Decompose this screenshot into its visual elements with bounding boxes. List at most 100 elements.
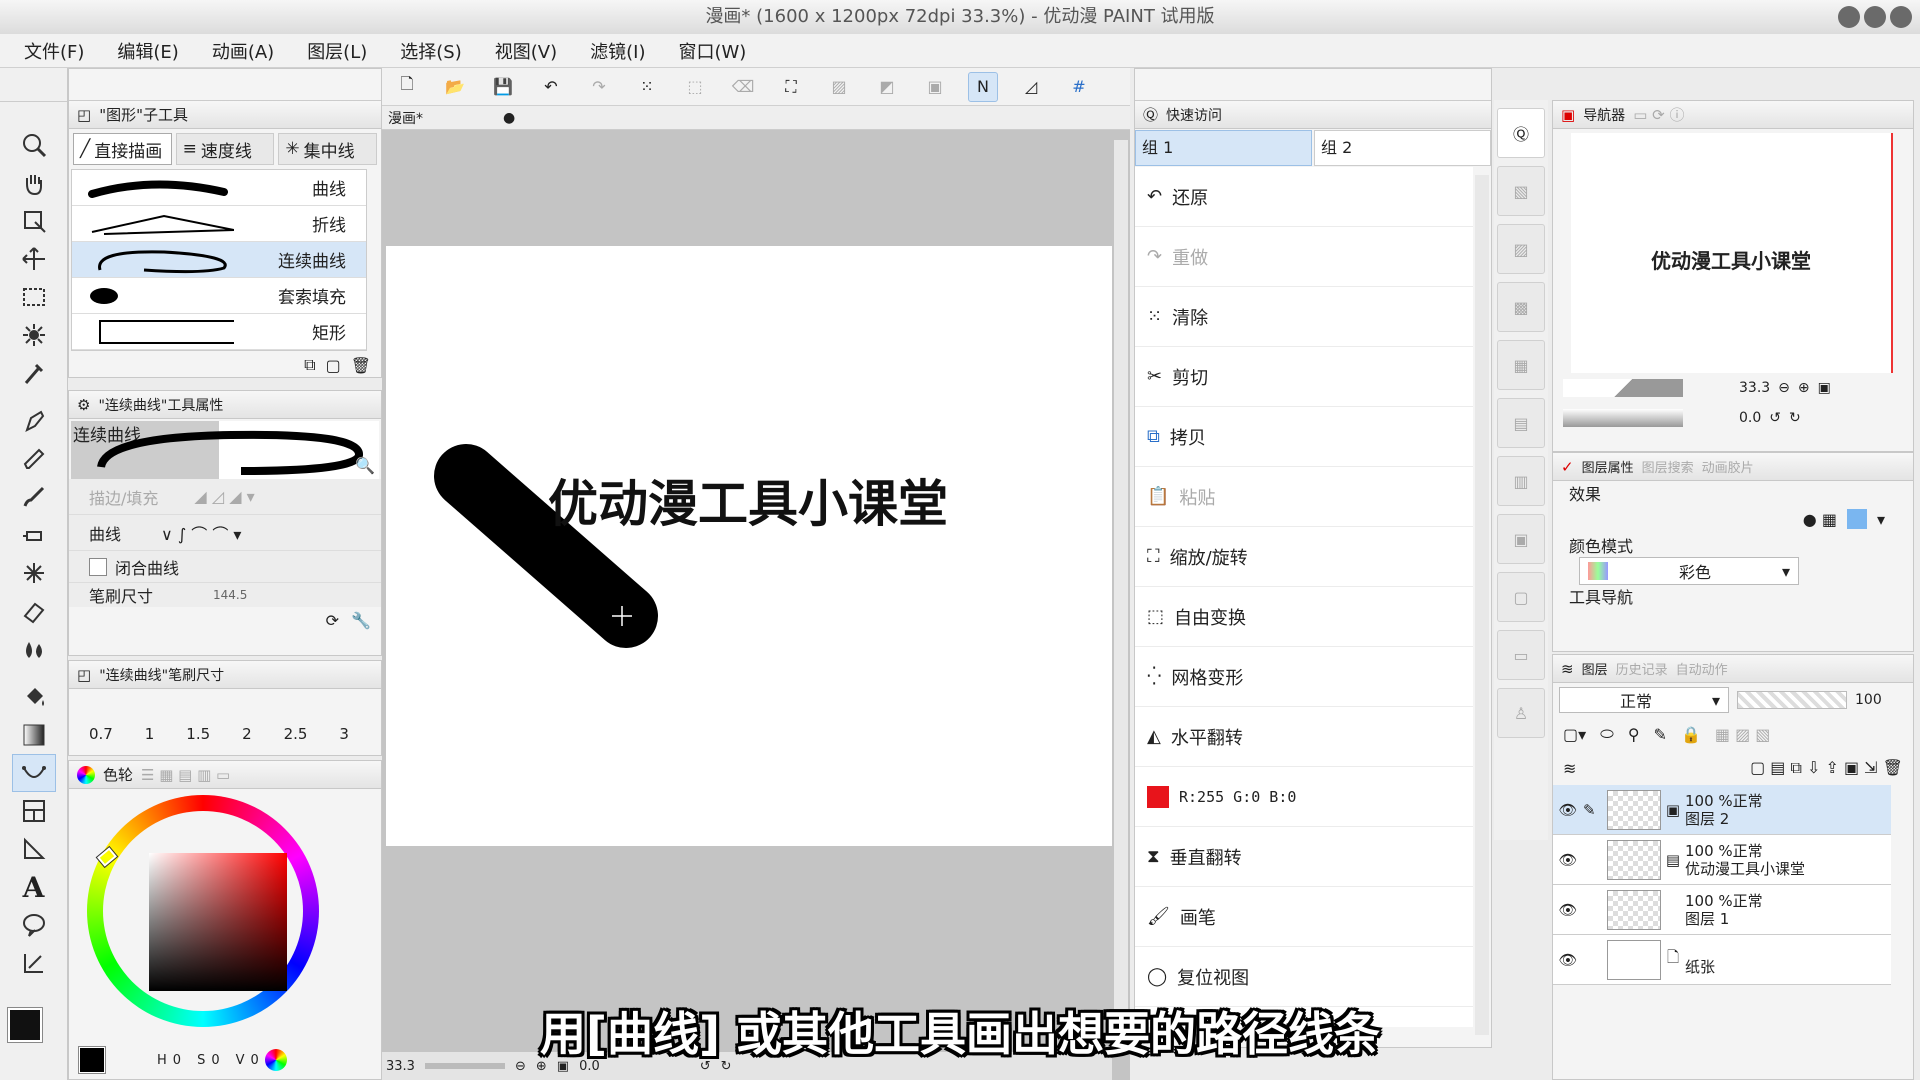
pencil-tool-icon[interactable] — [12, 440, 56, 478]
qa-item-free-transform[interactable]: ⬚ 自由变换 — [1135, 587, 1473, 647]
tab-auto-actions[interactable]: 自动动作 — [1676, 659, 1728, 678]
delete-subtool-icon[interactable]: 🗑 — [351, 356, 371, 375]
menu-filter[interactable]: 滤镜(I) — [590, 38, 645, 64]
dock-icon[interactable]: ▨ — [1497, 224, 1545, 274]
dock-icon[interactable]: ▭ — [1497, 630, 1545, 680]
qa-item-redo[interactable]: ↷ 重做 — [1135, 227, 1473, 287]
dock-icon[interactable]: ▥ — [1497, 456, 1545, 506]
layer-row[interactable]: 👁 ✎ ▣ 100 %正常 图层 2 — [1553, 785, 1891, 835]
dock-icon[interactable]: ▦ — [1497, 340, 1545, 390]
tab-color-wheel[interactable]: 色轮 — [103, 764, 133, 785]
lock-icon[interactable]: 🔒 — [1681, 725, 1701, 744]
menu-window[interactable]: 窗口(W) — [678, 38, 746, 64]
rotate-right-icon[interactable]: ↻ — [1789, 410, 1801, 426]
eye-icon[interactable]: 👁 — [1553, 901, 1583, 919]
menu-edit[interactable]: 编辑(E) — [117, 38, 178, 64]
fit-icon[interactable]: ▣ — [1818, 380, 1831, 396]
tab-layers[interactable]: 图层 — [1582, 659, 1608, 678]
dock-icon[interactable]: ▧ — [1497, 166, 1545, 216]
dock-icon[interactable]: ♙ — [1497, 688, 1545, 738]
tab-history[interactable]: 历史记录 — [1616, 659, 1668, 678]
qa-item-flip-vertical[interactable]: ⧗ 垂直翻转 — [1135, 827, 1473, 887]
qa-item-mesh-transform[interactable]: ⁛ 网格变形 — [1135, 647, 1473, 707]
balloon-tool-icon[interactable] — [12, 906, 56, 944]
layer-action-icons[interactable]: ▢ ▤ ⧉ ⇩ ⇪ ▣ ⇲ 🗑 — [1750, 758, 1903, 778]
qa-item-paste[interactable]: 📋 粘贴 — [1135, 467, 1473, 527]
quick-access-dock-icon[interactable]: Ⓠ — [1497, 108, 1545, 158]
reference-layer-icon[interactable]: ⚲ — [1628, 725, 1640, 744]
layer-row[interactable]: 👁 🗋 纸张 — [1553, 935, 1891, 985]
eye-icon[interactable]: 👁 — [1553, 851, 1583, 869]
preview-zoom-icon[interactable]: 🔍 — [355, 456, 375, 475]
tab-group-1[interactable]: 组 1 — [1135, 130, 1312, 166]
tab-focus-line[interactable]: ✳ 集中线 — [278, 133, 378, 165]
qa-item-scale-rotate[interactable]: ⛶ 缩放/旋转 — [1135, 527, 1473, 587]
copy-subtool-icon[interactable]: ⧉ — [304, 355, 315, 375]
tab-speed-line[interactable]: ≡ 速度线 — [175, 133, 275, 165]
canvas-paper[interactable]: 优动漫工具小课堂 — [386, 246, 1112, 846]
text-tool-icon[interactable]: A — [12, 868, 56, 906]
close-button[interactable] — [1890, 6, 1912, 28]
eraser-icon[interactable]: ⌫ — [728, 72, 758, 102]
quick-access-scrollbar[interactable] — [1475, 175, 1489, 1035]
effect-buttons[interactable]: ● ▦ ▾ — [1569, 505, 1913, 533]
brush-size-value[interactable]: 144.5 — [213, 588, 247, 602]
subtool-item-lasso-fill[interactable]: 套索填充 — [72, 278, 366, 314]
subtool-item-continuous-curve[interactable]: 连续曲线 — [72, 242, 366, 278]
saturation-value-square[interactable] — [149, 853, 287, 991]
eraser-tool-icon[interactable] — [12, 592, 56, 630]
selection-tool-icon[interactable] — [12, 278, 56, 316]
closed-curve-checkbox[interactable] — [89, 557, 107, 576]
operation-tool-icon[interactable] — [12, 202, 56, 240]
curve-type-buttons[interactable]: ∨ ∫ ⌒ ⌒ ▾ — [161, 521, 241, 545]
fill-tool-icon[interactable] — [12, 678, 56, 716]
new-file-icon[interactable]: 🗋 — [392, 72, 422, 102]
color-mode-select[interactable]: 彩色 ▾ — [1579, 557, 1799, 585]
canvas-tab[interactable]: 漫画* ● — [382, 106, 1130, 130]
frame-tool-icon[interactable] — [12, 792, 56, 830]
move-layer-tool-icon[interactable] — [12, 240, 56, 278]
brush-tool-icon[interactable] — [12, 478, 56, 516]
auto-select-tool-icon[interactable] — [12, 316, 56, 354]
opacity-slider[interactable] — [1737, 691, 1847, 709]
menu-layer[interactable]: 图层(L) — [307, 38, 367, 64]
stroke-fill-buttons[interactable]: ◢ ◿ ◢ ▾ — [194, 487, 254, 506]
crop-icon[interactable]: ⬚ — [680, 72, 710, 102]
layer-row[interactable]: 👁 100 %正常 图层 1 — [1553, 885, 1891, 935]
mask-icon[interactable]: ⬭ — [1600, 724, 1614, 744]
hand-tool-icon[interactable] — [12, 164, 56, 202]
menu-animation[interactable]: 动画(A) — [212, 38, 274, 64]
layer-color-icon[interactable]: ▢▾ — [1563, 725, 1586, 744]
menu-file[interactable]: 文件(F) — [24, 38, 84, 64]
lock-transparency-icon[interactable]: ▦ ▨ ▧ — [1715, 725, 1771, 744]
brush-size-option[interactable]: 1.5 — [186, 725, 210, 743]
decoration-tool-icon[interactable] — [12, 554, 56, 592]
snap-ruler-icon[interactable]: N — [968, 71, 998, 102]
zoom-tool-icon[interactable] — [12, 126, 56, 164]
dock-icon[interactable]: ▣ — [1497, 514, 1545, 564]
subtool-item-curve[interactable]: 曲线 — [72, 170, 366, 206]
rotate-left-icon[interactable]: ↺ — [1769, 410, 1781, 426]
zoom-out-icon[interactable]: ⊖ — [1778, 380, 1790, 396]
snap-special-ruler-icon[interactable]: ◿ — [1016, 72, 1046, 102]
fill-selection-icon[interactable]: ◩ — [872, 72, 902, 102]
color-set-tab-icon[interactable]: ☰ ▦ ▤ ▥ ▭ — [141, 766, 230, 784]
menu-select[interactable]: 选择(S) — [400, 38, 461, 64]
blend-mode-select[interactable]: 正常 ▾ — [1559, 687, 1729, 713]
tab-group-2[interactable]: 组 2 — [1314, 130, 1491, 166]
hide-selection-icon[interactable]: ▨ — [824, 72, 854, 102]
menu-view[interactable]: 视图(V) — [495, 38, 557, 64]
subtool-item-polyline[interactable]: 折线 — [72, 206, 366, 242]
pen-tool-icon[interactable] — [12, 402, 56, 440]
tab-layer-search[interactable]: 图层搜索 — [1642, 457, 1694, 476]
dock-icon[interactable]: ▢ — [1497, 572, 1545, 622]
layer-list-icon[interactable]: ≋ — [1563, 759, 1576, 778]
navigator-zoom-slider[interactable] — [1563, 379, 1683, 397]
selection-border-icon[interactable]: ▣ — [920, 72, 950, 102]
eye-icon[interactable]: 👁 — [1553, 801, 1583, 819]
navigator-tab-icons[interactable]: ▭ ⟳ ⓘ — [1633, 104, 1684, 125]
correct-line-tool-icon[interactable] — [12, 944, 56, 982]
qa-item-copy[interactable]: ⧉ 拷贝 — [1135, 407, 1473, 467]
ruler-tool-icon[interactable] — [12, 830, 56, 868]
brush-size-option[interactable]: 3 — [339, 725, 349, 743]
